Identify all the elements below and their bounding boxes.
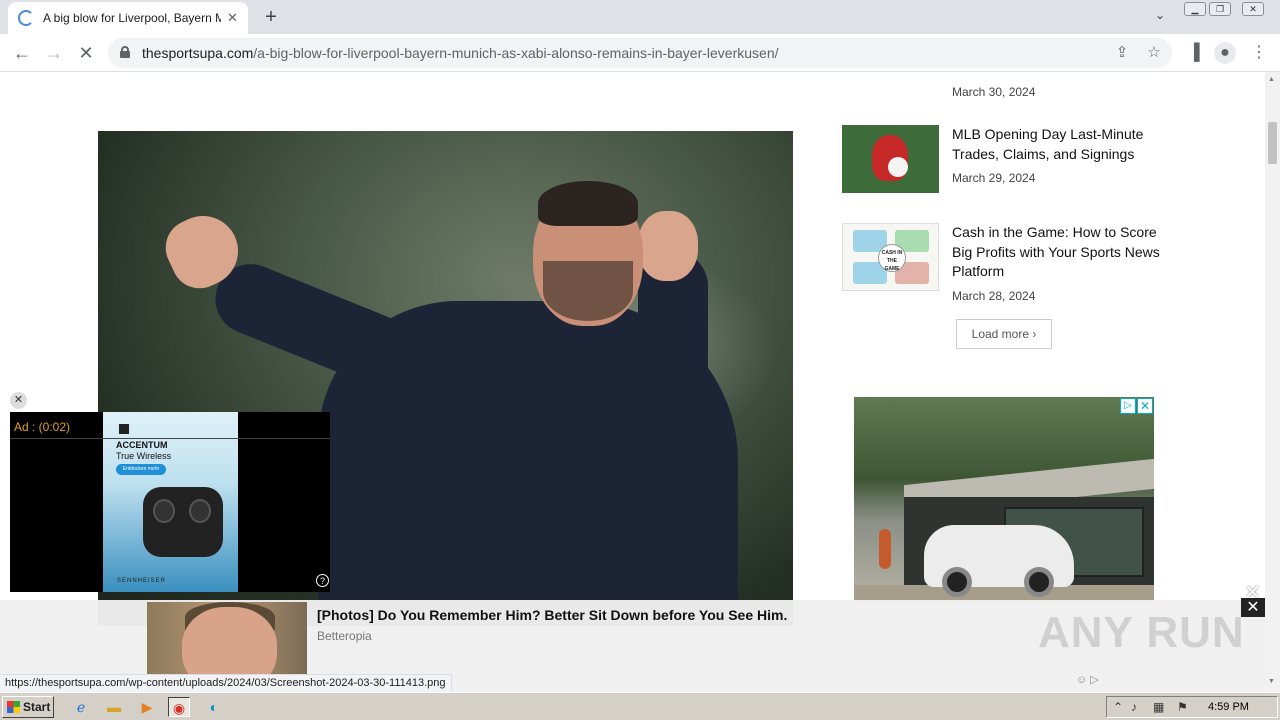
lock-icon[interactable] — [120, 46, 130, 58]
new-tab-icon[interactable]: + — [258, 4, 284, 30]
earbuds-ad-image: ACCENTUM True Wireless Entdecken mehr SE… — [103, 412, 238, 592]
status-url: https://thesportsupa.com/wp-content/uplo… — [0, 674, 452, 692]
windows-logo-icon — [7, 701, 20, 713]
loading-favicon-icon — [18, 10, 34, 26]
cash-thumbnail[interactable]: CASH IN THE GAME — [842, 223, 939, 291]
taskbar: Start ℯ ▬ ▶ ◉ ◐ ⌃ ♪ ▦ ⚑ 4:59 PM — [0, 692, 1280, 720]
clock: 4:59 PM — [1208, 701, 1249, 713]
scroll-down-icon[interactable]: ▼ — [1268, 678, 1275, 685]
ad-product-sub: True Wireless — [116, 451, 172, 461]
load-more-label: Load more — [971, 327, 1030, 341]
ad-timer: Ad : (0:02) — [14, 420, 71, 434]
video-divider — [10, 438, 330, 439]
sidepanel-icon[interactable]: ▐ — [1183, 42, 1205, 64]
brand-logo-icon — [119, 424, 129, 434]
network-icon[interactable]: ▦ — [1153, 700, 1164, 714]
banner-ad-image[interactable] — [147, 602, 307, 674]
sidebar-post-title[interactable]: Cash in the Game: How to Score Big Profi… — [952, 223, 1167, 282]
url-text[interactable]: thesportsupa.com/a-big-blow-for-liverpoo… — [142, 45, 779, 61]
sidebar-post-title[interactable]: MLB Opening Day Last-Minute Trades, Clai… — [952, 125, 1167, 164]
restore-icon[interactable]: ❐ — [1209, 2, 1231, 16]
chrome-icon[interactable]: ◉ — [168, 697, 190, 717]
watermark: ANY RUN — [1038, 608, 1245, 657]
share-icon[interactable]: ⇪ — [1112, 43, 1132, 63]
car-ad-image[interactable] — [854, 397, 1154, 602]
chevron-right-icon: › — [1032, 327, 1037, 341]
help-icon[interactable]: ? — [316, 574, 329, 587]
load-more-button[interactable]: Load more › — [956, 319, 1052, 349]
ad-brand: SENNHEISER — [117, 578, 167, 584]
banner-ad-title[interactable]: [Photos] Do You Remember Him? Better Sit… — [317, 607, 787, 623]
edge-icon[interactable]: ◐ — [203, 697, 225, 717]
start-label: Start — [23, 700, 51, 714]
volume-icon[interactable]: ♪ — [1131, 700, 1137, 714]
scroll-up-icon[interactable]: ▲ — [1268, 76, 1275, 83]
ie-icon[interactable]: ℯ — [70, 697, 92, 717]
banner-ad-source: Betteropia — [317, 629, 372, 643]
tab-active[interactable]: A big blow for Liverpool, Bayern Munich … — [8, 2, 248, 34]
tab-close-icon[interactable]: ✕ — [227, 10, 238, 26]
adchoices-icon[interactable]: ▷ — [1120, 398, 1136, 414]
sidebar-top-date: March 30, 2024 — [952, 85, 1036, 99]
tab-strip: A big blow for Liverpool, Bayern Munich … — [0, 0, 1280, 34]
stop-icon[interactable]: ✕ — [74, 41, 98, 65]
minimize-icon[interactable]: ▁ — [1184, 2, 1206, 16]
ad-info-icon[interactable]: ☺ ▷ — [1076, 673, 1099, 686]
star-icon[interactable]: ☆ — [1144, 43, 1164, 63]
url-host: thesportsupa.com — [142, 45, 254, 61]
sidebar-post-date: March 29, 2024 — [952, 171, 1036, 185]
media-player-icon[interactable]: ▶ — [136, 697, 158, 717]
window-close-icon[interactable]: ✕ — [1242, 2, 1264, 16]
forward-icon[interactable]: → — [42, 41, 66, 65]
flag-icon[interactable]: ⚑ — [1177, 700, 1188, 714]
ad-product-title: ACCENTUM — [116, 440, 168, 450]
cash-thumb-label: CASH IN THE GAME — [878, 244, 906, 272]
scroll-thumb[interactable] — [1268, 122, 1277, 164]
browser-toolbar: ← → ✕ thesportsupa.com/a-big-blow-for-li… — [0, 34, 1280, 72]
video-ad[interactable]: ACCENTUM True Wireless Entdecken mehr SE… — [10, 412, 330, 592]
page-scrollbar[interactable]: ▲ ▼ — [1265, 72, 1280, 692]
sidebar-post-date: March 28, 2024 — [952, 289, 1036, 303]
system-tray: ⌃ ♪ ▦ ⚑ 4:59 PM — [1106, 696, 1278, 718]
profile-icon[interactable]: ● — [1214, 42, 1236, 64]
tab-search-icon[interactable]: ⌄ — [1150, 8, 1170, 26]
menu-icon[interactable]: ⋮ — [1248, 42, 1270, 64]
folder-icon[interactable]: ▬ — [103, 697, 125, 717]
page-content: March 30, 2024 MLB Opening Day Last-Minu… — [0, 72, 1265, 692]
video-ad-close-icon[interactable]: ✕ — [10, 392, 27, 409]
back-icon[interactable]: ← — [10, 41, 34, 65]
ad-close-icon[interactable]: ✕ — [1137, 398, 1153, 414]
tab-title: A big blow for Liverpool, Bayern Munich … — [43, 11, 221, 25]
earbuds-case — [143, 487, 223, 557]
tray-expand-icon[interactable]: ⌃ — [1113, 700, 1123, 714]
address-bar[interactable]: thesportsupa.com/a-big-blow-for-liverpoo… — [108, 38, 1172, 68]
ad-cta-pill[interactable]: Entdecken mehr — [116, 464, 166, 475]
mlb-thumbnail[interactable] — [842, 125, 939, 193]
start-button[interactable]: Start — [2, 696, 54, 718]
url-path: /a-big-blow-for-liverpool-bayern-munich-… — [253, 45, 779, 61]
